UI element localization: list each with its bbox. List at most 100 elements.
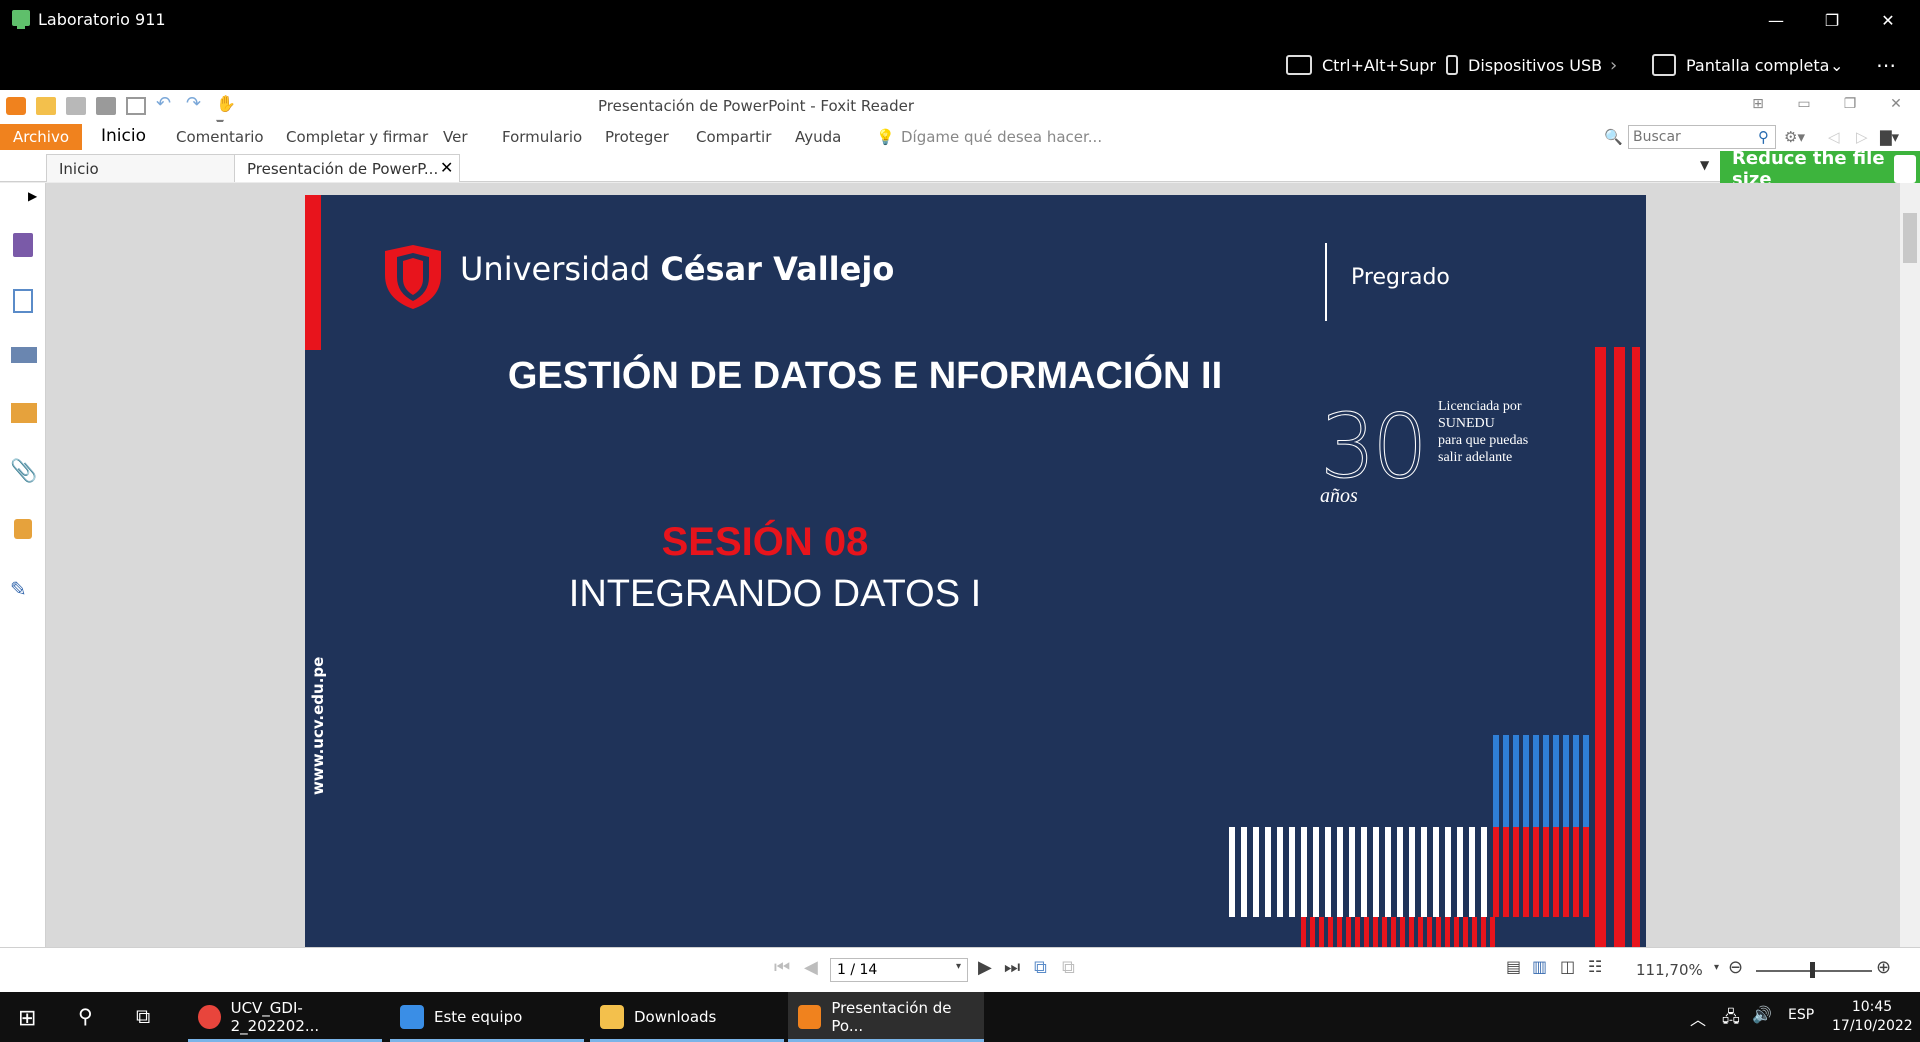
red-accent-bar — [305, 195, 321, 350]
previous-view-icon[interactable]: ⧉ — [1034, 957, 1047, 978]
signature-icon[interactable]: ✎ — [10, 577, 36, 601]
user-account-icon[interactable]: ▇▾ — [1880, 128, 1899, 146]
attachments-icon[interactable]: 📎 — [10, 459, 37, 484]
app-restore-button[interactable]: ❐ — [1838, 96, 1862, 116]
license-line: SUNEDU — [1438, 416, 1495, 431]
usb-devices-button[interactable]: Dispositivos USB — [1446, 52, 1602, 78]
zoom-slider-thumb[interactable] — [1809, 962, 1815, 978]
tab-ayuda[interactable]: Ayuda — [795, 128, 841, 146]
stripe — [1328, 917, 1333, 947]
taskbar-app-chrome[interactable]: UCV_GDI-2_202202... — [188, 992, 382, 1042]
fullscreen-button[interactable]: Pantalla completa — [1652, 52, 1829, 78]
stripe — [1563, 735, 1569, 827]
tab-comentario[interactable]: Comentario — [176, 128, 264, 146]
doc-tab-presentacion[interactable]: Presentación de PowerP... — [234, 154, 460, 182]
chrome-icon — [198, 1005, 221, 1029]
page-dropdown-icon[interactable]: ▾ — [956, 961, 961, 972]
stripe — [1373, 827, 1379, 917]
first-page-icon[interactable]: ⏮ — [774, 957, 790, 978]
doc-tab-inicio[interactable]: Inicio — [46, 154, 236, 182]
anniversary-word: años — [1320, 485, 1358, 507]
bookmarks-icon[interactable] — [13, 233, 33, 257]
layers-icon[interactable] — [11, 347, 37, 363]
archivo-menu-button[interactable]: Archivo — [0, 124, 82, 150]
close-tab-icon[interactable]: ✕ — [440, 158, 453, 177]
single-page-view-icon[interactable]: ▤ — [1506, 957, 1521, 976]
stripe — [1391, 917, 1396, 947]
language-indicator[interactable]: ESP — [1788, 1007, 1814, 1023]
continuous-facing-view-icon[interactable]: ☷ — [1588, 957, 1602, 976]
tray-chevron-icon[interactable]: ︿ — [1690, 1006, 1706, 1030]
stripe — [1325, 827, 1331, 917]
tab-inicio[interactable]: Inicio — [101, 126, 146, 146]
facing-view-icon[interactable]: ◫ — [1560, 957, 1575, 976]
last-page-icon[interactable]: ⏭ — [1004, 957, 1020, 978]
vertical-scrollbar[interactable] — [1900, 183, 1920, 947]
navigation-panel: ▶ 📎 ✎ — [0, 183, 46, 947]
tab-formulario[interactable]: Formulario — [502, 128, 582, 146]
search-input[interactable] — [1628, 125, 1776, 149]
stripe — [1493, 735, 1499, 827]
tell-me-field[interactable]: Dígame qué desea hacer... — [901, 128, 1102, 146]
comments-icon[interactable] — [11, 403, 37, 423]
stripe — [1397, 827, 1403, 917]
zoom-in-icon[interactable]: ⊕ — [1876, 957, 1891, 978]
stripe — [1445, 917, 1450, 947]
restore-button[interactable]: ❐ — [1804, 0, 1860, 40]
volume-icon[interactable]: 🔊 — [1752, 1005, 1772, 1024]
taskbar-app-este-equipo[interactable]: Este equipo — [390, 992, 584, 1042]
task-view-icon[interactable]: ⧉ — [136, 1004, 150, 1028]
network-icon[interactable]: 🖧 — [1722, 1006, 1740, 1033]
forward-arrow-icon[interactable]: ▷ — [1856, 128, 1868, 146]
next-page-icon[interactable]: ▶ — [978, 957, 992, 978]
page-thumbnails-icon[interactable] — [13, 289, 33, 313]
tab-ver[interactable]: Ver — [443, 128, 468, 146]
minimize-button[interactable]: — — [1748, 0, 1804, 40]
windows-start-icon[interactable]: ⊞ — [18, 1006, 36, 1031]
next-view-icon[interactable]: ⧉ — [1062, 957, 1075, 978]
tab-compartir[interactable]: Compartir — [696, 128, 771, 146]
layout-icon[interactable]: ⊞ — [1746, 96, 1770, 116]
close-button[interactable]: ✕ — [1860, 0, 1916, 40]
taskbar-app-foxit[interactable]: Presentación de Po... — [788, 992, 984, 1042]
slide-subtitle: INTEGRANDO DATOS I — [568, 573, 982, 615]
tab-list-dropdown-icon[interactable]: ▼ — [1700, 158, 1709, 172]
back-arrow-icon[interactable]: ◁ — [1828, 128, 1840, 146]
reduce-file-size-banner[interactable]: Reduce the file size — [1720, 148, 1920, 190]
ribbon-tabs: Archivo Inicio Comentario Completar y fi… — [0, 122, 1920, 152]
document-tab-bar: Inicio Presentación de PowerP... ✕ ▼ — [0, 152, 1920, 182]
search-icon[interactable]: ⚲ — [78, 1004, 93, 1028]
taskbar-app-downloads[interactable]: Downloads — [590, 992, 784, 1042]
system-clock[interactable]: 10:45 17/10/2022 — [1832, 998, 1913, 1036]
stripe — [1523, 827, 1529, 917]
more-options-icon[interactable]: ⋯ — [1876, 52, 1896, 78]
remote-desktop-toolbar: Ctrl+Alt+Supr Dispositivos USB › Pantall… — [0, 40, 1920, 90]
page-number-field[interactable] — [830, 958, 968, 982]
tab-proteger[interactable]: Proteger — [605, 128, 669, 146]
stripe — [1469, 827, 1475, 917]
stripe — [1503, 735, 1509, 827]
search-icon[interactable]: ⚲ — [1758, 128, 1769, 146]
scrollbar-thumb[interactable] — [1903, 213, 1917, 263]
ctrl-alt-del-button[interactable]: Ctrl+Alt+Supr — [1286, 52, 1436, 78]
zoom-out-icon[interactable]: ⊖ — [1728, 957, 1743, 978]
chevron-down-icon[interactable]: ⌄ — [1830, 52, 1843, 78]
zoom-dropdown-icon[interactable]: ▾ — [1714, 962, 1719, 973]
stripe — [1573, 827, 1579, 917]
tab-completar-y-firmar[interactable]: Completar y firmar — [286, 128, 428, 146]
zoom-level[interactable]: 111,70% — [1636, 961, 1703, 979]
previous-page-icon[interactable]: ◀ — [804, 957, 818, 978]
stripe — [1418, 917, 1423, 947]
app-close-button[interactable]: ✕ — [1884, 96, 1908, 116]
chevron-right-icon[interactable]: › — [1610, 52, 1617, 78]
stripe — [1533, 735, 1539, 827]
stripe — [1513, 735, 1519, 827]
continuous-view-icon[interactable]: ▥ — [1532, 957, 1547, 976]
app-minimize-button[interactable]: ▭ — [1792, 96, 1816, 116]
university-name: Universidad César Vallejo — [460, 250, 894, 288]
settings-gear-icon[interactable]: ⚙▾ — [1784, 128, 1805, 146]
security-lock-icon[interactable] — [14, 519, 32, 539]
university-name-light: Universidad — [460, 250, 661, 288]
stripe — [1595, 347, 1606, 947]
search-folder-icon[interactable]: 🔍 — [1604, 128, 1623, 146]
